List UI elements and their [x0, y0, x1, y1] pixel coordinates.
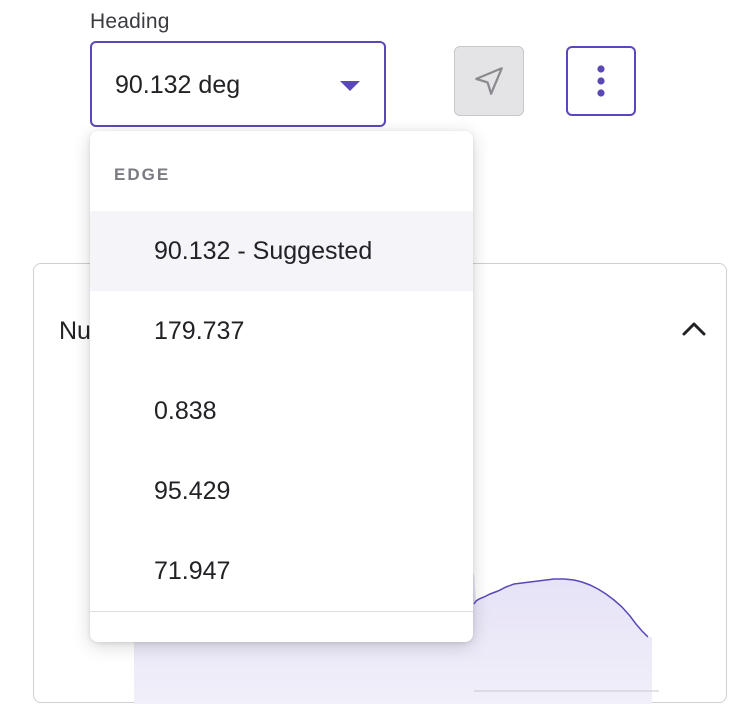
more-options-button[interactable]	[566, 46, 636, 116]
chevron-up-icon[interactable]	[680, 318, 708, 338]
heading-label: Heading	[90, 10, 170, 33]
panel-title: Nu	[59, 317, 91, 345]
option-suggested[interactable]: 90.132 - Suggested	[90, 211, 473, 291]
heading-select[interactable]: 90.132 deg	[90, 41, 386, 127]
dropdown-divider	[90, 611, 473, 612]
heading-dropdown-menu: EDGE 90.132 - Suggested 179.737 0.838 95…	[90, 131, 473, 642]
option-95-429[interactable]: 95.429	[90, 451, 473, 531]
more-vertical-icon	[597, 65, 605, 97]
caret-down-icon	[340, 81, 360, 91]
locate-button[interactable]	[454, 46, 524, 116]
option-179-737[interactable]: 179.737	[90, 291, 473, 371]
navigation-arrow-icon	[475, 67, 503, 95]
heading-select-value: 90.132 deg	[115, 71, 241, 99]
group-label: EDGE	[114, 165, 171, 184]
option-0-838[interactable]: 0.838	[90, 371, 473, 451]
option-71-947[interactable]: 71.947	[90, 531, 473, 611]
